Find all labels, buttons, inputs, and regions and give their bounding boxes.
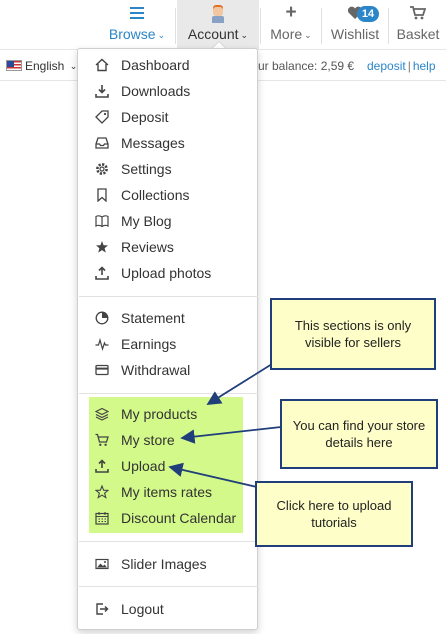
menu-divider [79,541,258,542]
chevron-down-icon: ⌄ [157,30,166,40]
nav-account-label: Account [187,26,239,42]
menu-item-label: Upload [121,458,166,474]
menu-item-label: Slider Images [121,556,207,572]
help-link[interactable]: help [413,59,436,73]
link-separator: | [407,59,411,73]
menu-item-my-products[interactable]: My products [78,402,257,426]
callout-text: You can find your store details here [292,418,426,450]
nav-more[interactable]: + More ⌄ [262,0,320,50]
callout-sellers-only: This sections is only visible for seller… [270,298,436,370]
menu-divider [79,586,258,587]
menu-item-my-items-rates[interactable]: My items rates [78,480,257,504]
chevron-down-icon: ⌄ [240,30,249,40]
balance-text: ur balance: 2,59 € [258,59,355,73]
menu-item-label: My items rates [121,484,213,500]
upload-icon [95,459,109,473]
nav-divider [175,8,176,44]
menu-item-label: My products [121,406,198,422]
callout-text: This sections is only visible for seller… [294,318,412,350]
wishlist-count-badge: 14 [357,6,379,22]
menu-item-label: Logout [121,601,164,617]
menu-item-my-store[interactable]: My store [78,428,257,452]
nav-basket[interactable]: Basket [390,0,446,50]
language-label: English [25,59,65,73]
menu-item-label: My store [121,432,175,448]
nav-more-label: More [270,26,303,42]
nav-divider [388,8,389,44]
nav-browse[interactable]: Browse ⌄ [100,0,174,50]
nav-basket-label: Basket [396,26,440,42]
star-outline-icon [95,485,109,499]
nav-wishlist-label: Wishlist [330,26,380,42]
chevron-down-icon: ⌄ [304,30,312,40]
nav-divider [321,8,322,44]
avatar-icon [210,5,226,23]
image-icon [95,558,109,570]
nav-browse-label: Browse [108,26,156,42]
menu-item-label: Discount Calendar [121,510,237,526]
callout-store-details: You can find your store details here [280,399,438,469]
callout-upload-tutorials: Click here to upload tutorials [255,481,413,547]
calendar-icon [95,512,109,525]
account-dropdown-seller-items: My products My store Upload My items rat… [77,48,258,630]
cart-icon [390,0,446,24]
nav-wishlist[interactable]: Wishlist [323,0,387,50]
menu-item-discount-calendar[interactable]: Discount Calendar [78,506,257,530]
menu-item-upload[interactable]: Upload [78,454,257,478]
plus-icon: + [285,2,297,23]
callout-text: Click here to upload tutorials [276,498,392,530]
menu-item-logout[interactable]: Logout [78,597,257,621]
language-selector[interactable]: English ⌄ [6,51,77,81]
us-flag-icon [6,60,22,71]
deposit-link[interactable]: deposit [367,59,406,73]
layers-icon [95,407,109,421]
menu-item-slider-images[interactable]: Slider Images [78,552,257,576]
nav-divider [260,8,261,44]
cart-icon [95,433,109,446]
hamburger-icon [100,0,174,24]
logout-icon [96,603,109,615]
